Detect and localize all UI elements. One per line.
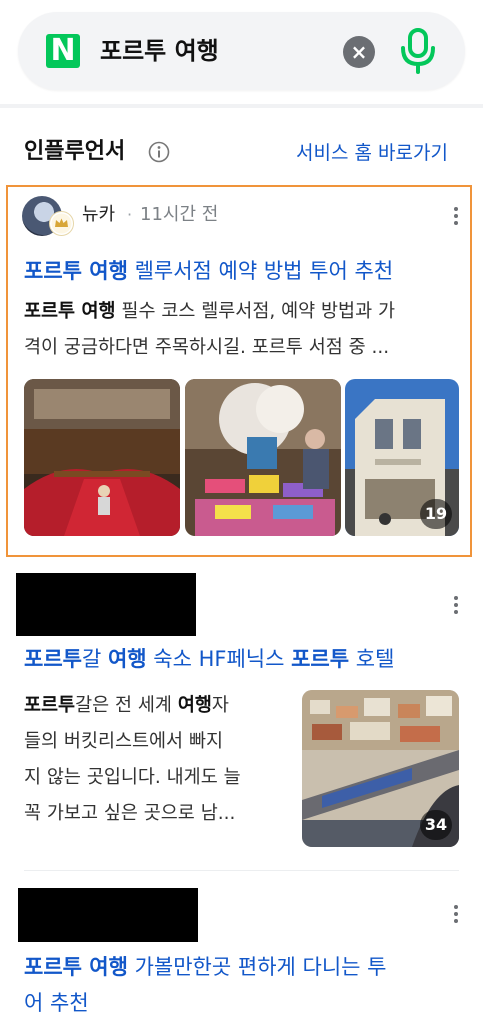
naver-logo[interactable]: N	[46, 34, 80, 68]
post-time: 11시간 전	[140, 204, 219, 225]
snippet-highlight: 포르투 여행	[24, 301, 116, 322]
search-query[interactable]: 포르투 여행	[100, 34, 219, 68]
more-options-icon[interactable]	[451, 594, 461, 618]
post-snippet-line: 포르투 여행 필수 코스 렐루서점, 예약 방법과 가	[24, 294, 395, 330]
redacted-author-block	[18, 888, 198, 942]
image-count-badge: 34	[420, 810, 452, 840]
microphone-icon[interactable]	[398, 28, 438, 74]
post-snippet-line: 격이 궁금하다면 주목하시길. 포르투 서점 중 ...	[24, 337, 390, 358]
title-text: 호텔	[349, 647, 395, 671]
post-snippet-line: 포르투갈은 전 세계 여행자	[24, 688, 284, 724]
redacted-author-block	[16, 573, 196, 636]
close-icon[interactable]: ×	[343, 36, 375, 68]
post-snippet-line: 들의 버킷리스트에서 빠지	[24, 731, 223, 752]
title-highlight: 포르투 여행	[24, 955, 128, 979]
post-image-bookstore-display[interactable]	[185, 379, 341, 536]
service-home-link[interactable]: 서비스 홈 바로가기	[296, 138, 448, 168]
title-text: 렐루서점 예약 방법 투어 추천	[127, 259, 394, 283]
title-highlight: 포르투	[291, 647, 350, 671]
title-text: 가볼만한곳 편하게 다니는 투	[127, 955, 387, 979]
post-title[interactable]: 포르투 여행 가볼만한곳 편하게 다니는 투	[24, 950, 386, 984]
section-title: 인플루언서	[24, 139, 126, 164]
info-icon[interactable]	[148, 141, 170, 163]
post-title[interactable]: 포르투갈 여행 숙소 HF페닉스 포르투 호텔	[24, 642, 394, 676]
title-text: 갈	[81, 647, 108, 671]
more-options-icon[interactable]	[451, 205, 461, 229]
title-highlight: 여행	[107, 647, 147, 671]
header-divider	[0, 104, 483, 108]
snippet-highlight: 여행	[177, 695, 212, 716]
post-snippet-line: 꼭 가보고 싶은 곳으로 남...	[24, 803, 236, 824]
title-highlight: 포르투 여행	[24, 259, 128, 283]
snippet-highlight: 포르투	[24, 695, 76, 716]
title-text: 숙소 HF페닉스	[146, 647, 292, 671]
snippet-text: 갈은 전 세계	[75, 695, 178, 716]
image-count-badge: 19	[420, 499, 452, 529]
title-highlight: 포르투	[24, 647, 82, 671]
snippet-text: 자	[211, 695, 229, 716]
post-image-bookstore-staircase[interactable]	[24, 379, 180, 536]
crown-badge-icon	[49, 211, 74, 236]
post-divider	[24, 870, 459, 871]
post-title-continued[interactable]: 어 추천	[24, 986, 89, 1020]
author-name[interactable]: 뉴카	[82, 200, 115, 230]
more-options-icon[interactable]	[451, 903, 461, 927]
meta-separator: ·	[127, 205, 133, 224]
snippet-text: 필수 코스 렐루서점, 예약 방법과 가	[115, 301, 395, 322]
post-snippet-line: 지 않는 곳입니다. 내게도 늘	[24, 767, 241, 788]
post-title[interactable]: 포르투 여행 렐루서점 예약 방법 투어 추천	[24, 254, 393, 288]
